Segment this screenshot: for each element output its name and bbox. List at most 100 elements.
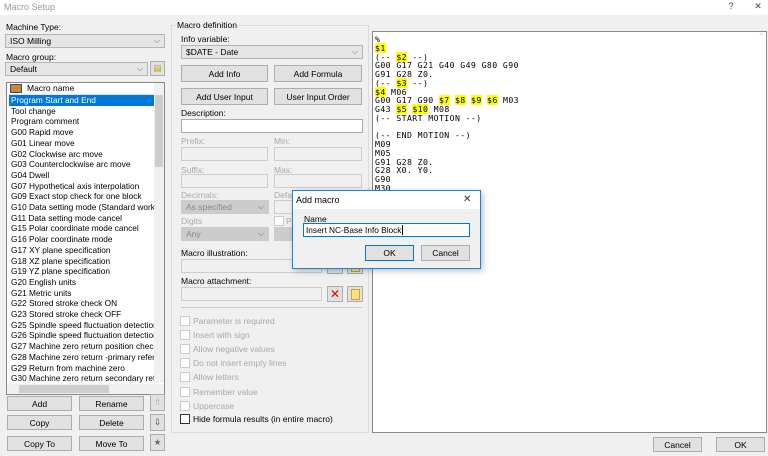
macro-list-item[interactable]: G23 Stored stroke check OFF xyxy=(9,309,155,320)
move-down-button[interactable]: ⇩ xyxy=(150,414,165,431)
add-user-input-button[interactable]: Add User Input xyxy=(181,88,268,105)
name-input[interactable]: Insert NC-Base Info Block xyxy=(303,223,470,237)
clear-attachment-button[interactable]: ✕ xyxy=(327,286,343,302)
chevron-down-icon: ⌵ xyxy=(153,36,160,45)
star-icon: ★ xyxy=(153,437,162,447)
macro-list-item[interactable]: G15 Polar coordinate mode cancel xyxy=(9,223,155,234)
option-label: Allow negative values xyxy=(193,344,275,355)
copy-button[interactable]: Copy xyxy=(7,415,72,430)
max-input[interactable] xyxy=(274,174,362,188)
chevron-down-icon: ⌵ xyxy=(257,202,264,211)
macro-list-item[interactable]: G28 Machine zero return -primary referen… xyxy=(9,352,155,363)
macro-attachment-input[interactable] xyxy=(181,287,322,301)
option-checkbox[interactable] xyxy=(180,400,190,411)
option-checkbox[interactable] xyxy=(180,372,190,383)
macro-list-item[interactable]: G04 Dwell xyxy=(9,170,155,181)
scrollbar-thumb[interactable] xyxy=(19,385,109,393)
macro-list-item[interactable]: G26 Spindle speed fluctuation detection … xyxy=(9,330,155,341)
option-checkbox[interactable] xyxy=(180,330,190,341)
digits-select[interactable]: Any ⌵ xyxy=(181,227,269,241)
macro-list-item[interactable]: G11 Data setting mode cancel xyxy=(9,213,155,224)
option-label: Allow letters xyxy=(193,372,239,383)
macro-list-item[interactable]: Program Start and End xyxy=(9,95,155,106)
macro-list-item[interactable]: G19 YZ plane specification xyxy=(9,266,155,277)
macro-list-item[interactable]: G16 Polar coordinate mode xyxy=(9,234,155,245)
macro-group-value: Default xyxy=(10,64,37,74)
macro-list-item[interactable]: G20 English units xyxy=(9,277,155,288)
macro-group-label: Macro group: xyxy=(6,52,57,62)
code-line: (-- START MOTION --) xyxy=(375,113,482,123)
macro-list-item[interactable]: G17 XY plane specification xyxy=(9,245,155,256)
macro-list-item[interactable]: G10 Data setting mode (Standard work off… xyxy=(9,202,155,213)
min-input[interactable] xyxy=(274,147,362,161)
favorite-button[interactable]: ★ xyxy=(150,434,165,451)
hide-formula-checkbox[interactable] xyxy=(180,414,190,424)
scrollbar-thumb[interactable] xyxy=(155,95,163,167)
pr-checkbox[interactable] xyxy=(274,216,284,226)
add-info-button[interactable]: Add Info xyxy=(181,65,268,82)
macro-list-item[interactable]: G09 Exact stop check for one block xyxy=(9,191,155,202)
option-checkbox[interactable] xyxy=(180,344,190,355)
separator xyxy=(181,307,362,308)
chevron-down-icon: ⌵ xyxy=(351,47,358,56)
move-to-button[interactable]: Move To xyxy=(79,436,144,451)
delete-button[interactable]: Delete xyxy=(79,415,144,430)
suffix-input[interactable] xyxy=(181,174,268,188)
dialog-ok-button[interactable]: OK xyxy=(365,245,414,261)
cancel-button[interactable]: Cancel xyxy=(653,437,702,452)
macro-list-item[interactable]: G02 Clockwise arc move xyxy=(9,149,155,160)
option-checkbox[interactable] xyxy=(180,358,190,369)
ok-button[interactable]: OK xyxy=(716,437,765,452)
browse-attachment-button[interactable] xyxy=(347,286,363,302)
macro-list-item[interactable]: G03 Counterclockwise arc move xyxy=(9,159,155,170)
description-input[interactable] xyxy=(181,119,363,133)
dialog-close-button[interactable]: ✕ xyxy=(463,194,471,205)
copy-to-button[interactable]: Copy To xyxy=(7,436,72,451)
info-variable-select[interactable]: $DATE - Date ⌵ xyxy=(181,45,363,59)
macro-list-item[interactable]: G18 XZ plane specification xyxy=(9,256,155,267)
macro-group-select[interactable]: Default ⌵ xyxy=(5,62,148,76)
machine-type-select[interactable]: ISO Milling ⌵ xyxy=(5,34,165,48)
rename-button[interactable]: Rename xyxy=(79,396,144,411)
min-label: Min: xyxy=(274,136,291,146)
macro-list-item[interactable]: G30 Machine zero return secondary refere… xyxy=(9,373,155,384)
vertical-scrollbar[interactable] xyxy=(154,83,164,383)
close-button[interactable]: ✕ xyxy=(751,1,765,13)
macro-illustration-label: Macro illustration: xyxy=(181,248,248,258)
macro-list-item[interactable]: G25 Spindle speed fluctuation detection … xyxy=(9,320,155,331)
macro-list-item[interactable]: G22 Stored stroke check ON xyxy=(9,298,155,309)
edit-group-button[interactable]: ▤ xyxy=(150,61,165,76)
user-input-order-button[interactable]: User Input Order xyxy=(274,88,362,105)
move-up-button[interactable]: ⇧ xyxy=(150,394,165,411)
option-label: Parameter is required xyxy=(193,316,275,326)
macro-list[interactable]: Macro name Program Start and End Tool cha… xyxy=(6,82,165,395)
macro-list-item[interactable]: G01 Linear move xyxy=(9,138,155,149)
delete-x-icon: ✕ xyxy=(329,287,341,301)
prefix-input[interactable] xyxy=(181,147,268,161)
option-checkbox[interactable] xyxy=(180,316,190,326)
macro-list-item[interactable]: Tool change xyxy=(9,106,155,117)
add-formula-button[interactable]: Add Formula xyxy=(274,65,362,82)
option-label: Remember value xyxy=(193,386,258,397)
macro-list-item[interactable]: G27 Machine zero return position check xyxy=(9,341,155,352)
macro-attachment-label: Macro attachment: xyxy=(181,276,252,286)
list-header[interactable]: Macro name xyxy=(7,83,155,95)
decimals-select[interactable]: As specified ⌵ xyxy=(181,200,269,214)
horizontal-scrollbar[interactable] xyxy=(7,384,164,394)
name-input-value: Insert NC-Base Info Block xyxy=(306,225,402,235)
disabled-button[interactable] xyxy=(274,227,294,241)
add-button[interactable]: Add xyxy=(7,396,72,411)
help-button[interactable]: ? xyxy=(724,1,738,13)
macro-list-item[interactable]: G00 Rapid move xyxy=(9,127,155,138)
macro-list-item[interactable]: G29 Return from machine zero xyxy=(9,363,155,374)
option-label: Insert with sign xyxy=(193,330,250,341)
add-macro-dialog: Add macro ✕ Name Insert NC-Base Info Blo… xyxy=(292,190,481,269)
dialog-cancel-button[interactable]: Cancel xyxy=(421,245,470,261)
editor-vertical-scrollbar[interactable]: ⌃ xyxy=(756,32,766,422)
macro-list-item[interactable]: G21 Metric units xyxy=(9,288,155,299)
option-checkbox[interactable] xyxy=(180,386,190,397)
decimals-label: Decimals: xyxy=(181,190,219,200)
macro-list-item[interactable]: Program comment xyxy=(9,116,155,127)
folder-icon xyxy=(350,288,360,300)
macro-list-item[interactable]: G07 Hypothetical axis interpolation xyxy=(9,181,155,192)
